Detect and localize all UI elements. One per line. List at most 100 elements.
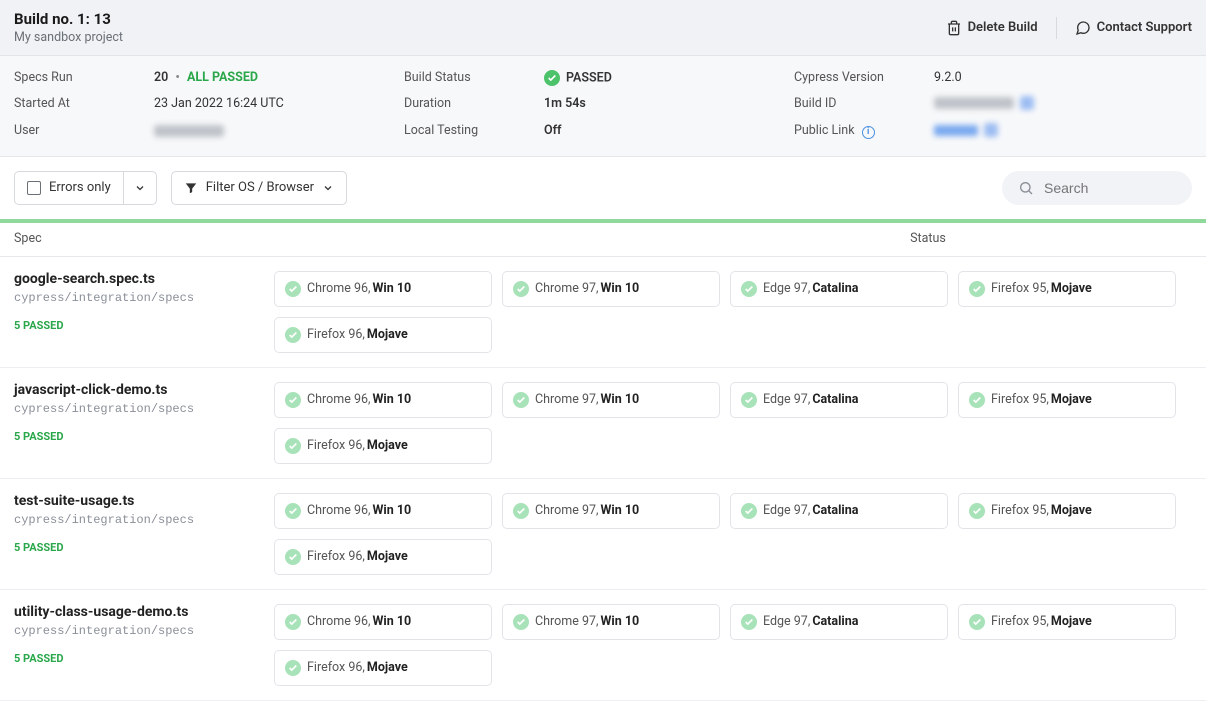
build-id-value [934, 96, 1192, 113]
info-icon[interactable]: i [862, 126, 875, 139]
spec-path: cypress/integration/specs [14, 513, 264, 527]
check-icon [285, 438, 301, 454]
blurred-text [154, 125, 224, 137]
status-cell[interactable]: Firefox 96, Mojave [274, 317, 492, 353]
check-icon [513, 392, 529, 408]
check-icon [969, 503, 985, 519]
status-cell[interactable]: Edge 97, Catalina [730, 604, 948, 640]
check-icon [285, 503, 301, 519]
check-icon [285, 614, 301, 630]
status-cell[interactable]: Edge 97, Catalina [730, 271, 948, 307]
check-icon [969, 614, 985, 630]
status-cell[interactable]: Firefox 96, Mojave [274, 539, 492, 575]
browser-label: Edge 97 [763, 614, 808, 629]
status-cell[interactable]: Chrome 97, Win 10 [502, 604, 720, 640]
browser-label: Firefox 95 [991, 614, 1046, 629]
page-header: Build no. 1: 13 My sandbox project Delet… [0, 0, 1206, 56]
duration-label: Duration [404, 96, 544, 113]
chevron-down-icon [123, 172, 156, 204]
os-label: Win 10 [600, 614, 639, 629]
status-cell[interactable]: Chrome 96, Win 10 [274, 604, 492, 640]
check-icon [285, 660, 301, 676]
status-cell[interactable]: Firefox 95, Mojave [958, 493, 1176, 529]
browser-label: Chrome 97 [535, 614, 596, 629]
delete-build-button[interactable]: Delete Build [946, 20, 1038, 36]
started-at-value: 23 Jan 2022 16:24 UTC [154, 96, 404, 113]
status-cell[interactable]: Chrome 96, Win 10 [274, 271, 492, 307]
browser-label: Edge 97 [763, 392, 808, 407]
status-cell[interactable]: Chrome 96, Win 10 [274, 493, 492, 529]
browser-label: Chrome 97 [535, 281, 596, 296]
status-grid: Chrome 96, Win 10 Chrome 97, Win 10 Edge 9… [274, 604, 1192, 686]
status-cell[interactable]: Chrome 97, Win 10 [502, 382, 720, 418]
header-divider [1056, 17, 1057, 39]
public-link-text: Public Link [794, 123, 855, 138]
os-label: Win 10 [372, 503, 411, 518]
os-label: Mojave [367, 549, 408, 564]
os-label: Mojave [1051, 614, 1092, 629]
os-label: Mojave [367, 438, 408, 453]
header-actions: Delete Build Contact Support [946, 17, 1192, 39]
duration-value: 1m 54s [544, 96, 794, 113]
status-cell[interactable]: Firefox 96, Mojave [274, 428, 492, 464]
status-cell[interactable]: Firefox 95, Mojave [958, 382, 1176, 418]
spec-path: cypress/integration/specs [14, 624, 264, 638]
os-label: Win 10 [600, 503, 639, 518]
status-grid: Chrome 96, Win 10 Chrome 97, Win 10 Edge 9… [274, 493, 1192, 575]
public-link-value [934, 123, 1192, 140]
search-input[interactable] [1042, 179, 1176, 197]
spec-row: javascript-click-demo.ts cypress/integrat… [0, 368, 1206, 479]
filter-icon [184, 181, 198, 195]
check-icon [741, 614, 757, 630]
search-icon [1018, 180, 1034, 196]
spec-name: javascript-click-demo.ts [14, 382, 264, 398]
os-label: Catalina [812, 503, 858, 518]
browser-label: Firefox 95 [991, 503, 1046, 518]
browser-label: Firefox 95 [991, 281, 1046, 296]
spec-info: javascript-click-demo.ts cypress/integrat… [14, 382, 274, 443]
spec-passed-count: 5 PASSED [14, 430, 264, 443]
contact-support-label: Contact Support [1097, 20, 1192, 35]
build-status-label: Build Status [404, 70, 544, 86]
browser-label: Firefox 95 [991, 392, 1046, 407]
specs-list: google-search.spec.tscypress/integration… [0, 257, 1206, 701]
browser-label: Edge 97 [763, 281, 808, 296]
spec-name: test-suite-usage.ts [14, 493, 264, 509]
status-cell[interactable]: Firefox 95, Mojave [958, 604, 1176, 640]
status-cell[interactable]: Chrome 97, Win 10 [502, 493, 720, 529]
check-icon [741, 392, 757, 408]
public-link-label: Public Link i [794, 123, 934, 140]
filter-bar: Errors only Filter OS / Browser [0, 157, 1206, 219]
local-testing-value: Off [544, 123, 794, 140]
divider-dot: • [175, 70, 179, 85]
build-status-value: PASSED [544, 70, 794, 86]
check-icon [969, 392, 985, 408]
delete-build-label: Delete Build [968, 20, 1038, 35]
status-cell[interactable]: Firefox 95, Mojave [958, 271, 1176, 307]
os-label: Mojave [1051, 281, 1092, 296]
blurred-link [934, 125, 978, 136]
search-field[interactable] [1002, 171, 1192, 205]
check-icon [544, 70, 560, 86]
status-cell[interactable]: Chrome 96, Win 10 [274, 382, 492, 418]
check-icon [513, 281, 529, 297]
spec-row: test-suite-usage.ts cypress/integration/s… [0, 479, 1206, 590]
check-icon [285, 281, 301, 297]
contact-support-button[interactable]: Contact Support [1075, 20, 1192, 36]
project-subtitle: My sandbox project [14, 30, 123, 45]
status-cell[interactable]: Edge 97, Catalina [730, 382, 948, 418]
filter-os-browser-dropdown[interactable]: Filter OS / Browser [171, 171, 347, 205]
spec-path: cypress/integration/specs [14, 402, 264, 416]
spec-passed-count: 5 PASSED [14, 652, 264, 665]
status-cell[interactable]: Firefox 96, Mojave [274, 650, 492, 686]
os-label: Mojave [1051, 392, 1092, 407]
browser-label: Chrome 97 [535, 503, 596, 518]
cypress-version-value: 9.2.0 [934, 70, 1192, 86]
status-cell[interactable]: Chrome 97, Win 10 [502, 271, 720, 307]
check-icon [741, 503, 757, 519]
errors-only-dropdown[interactable]: Errors only [14, 171, 157, 205]
spec-passed-count: 5 PASSED [14, 541, 264, 554]
status-cell[interactable]: Edge 97, Catalina [730, 493, 948, 529]
user-value [154, 123, 404, 140]
browser-label: Chrome 96 [307, 281, 368, 296]
